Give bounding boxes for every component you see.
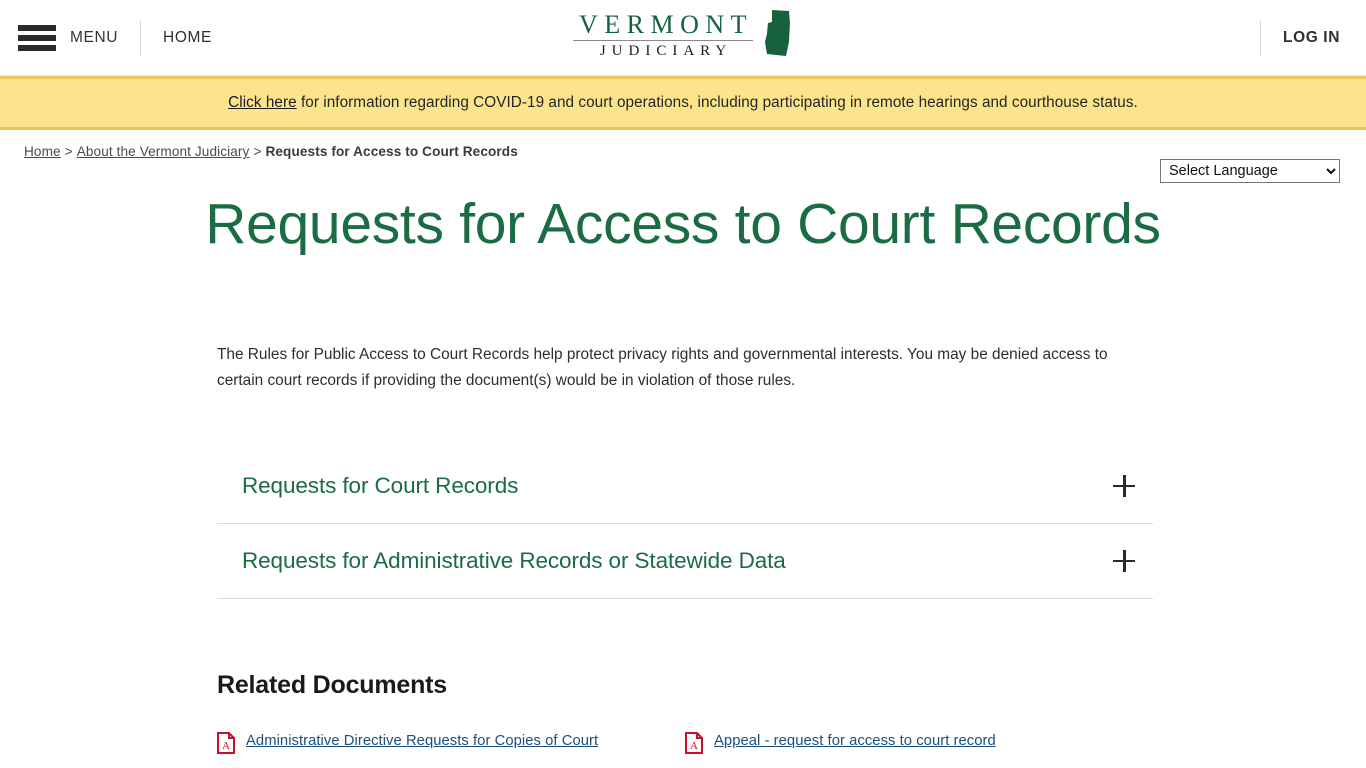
- related-document-link[interactable]: Administrative Directive Requests for Co…: [246, 731, 598, 751]
- pdf-icon: A: [685, 731, 703, 759]
- hamburger-bar: [18, 45, 56, 51]
- covid-alert-banner: Click here for information regarding COV…: [0, 76, 1366, 130]
- svg-text:A: A: [222, 740, 230, 752]
- breadcrumb-separator: >: [64, 144, 73, 159]
- page-title: Requests for Access to Court Records: [205, 192, 1161, 256]
- intro-paragraph: The Rules for Public Access to Court Rec…: [217, 345, 1108, 389]
- logo-line-judiciary: JUDICIARY: [599, 43, 733, 60]
- logo-line-vermont: VERMONT: [578, 9, 754, 39]
- pdf-icon: A: [217, 731, 235, 759]
- hamburger-bar: [18, 25, 56, 31]
- alert-message-text: for information regarding COVID-19 and c…: [296, 94, 1138, 111]
- vermont-state-icon: [763, 9, 793, 64]
- accordion-title: Requests for Administrative Records or S…: [242, 547, 786, 573]
- alert-click-here-link[interactable]: Click here: [228, 94, 297, 111]
- related-document-link[interactable]: Appeal - request for access to court rec…: [714, 731, 996, 751]
- related-document-item[interactable]: A Administrative Directive Requests for …: [217, 731, 685, 759]
- accordion-item-administrative-records[interactable]: Requests for Administrative Records or S…: [217, 524, 1153, 599]
- header-right-nav: LOG IN: [1238, 0, 1366, 76]
- menu-button[interactable]: MENU: [70, 29, 118, 47]
- hamburger-bar: [18, 35, 56, 41]
- header-left-nav: MENU HOME: [18, 0, 212, 76]
- site-header: MENU HOME VERMONT JUDICIARY LOG IN: [0, 0, 1366, 76]
- breadcrumb: Home > About the Vermont Judiciary > Request…: [24, 144, 518, 159]
- plus-icon[interactable]: [1113, 549, 1135, 572]
- accordion-title: Requests for Court Records: [242, 472, 519, 498]
- header-divider: [1260, 20, 1261, 56]
- svg-text:A: A: [690, 740, 698, 752]
- breadcrumb-item-current: Requests for Access to Court Records: [265, 144, 518, 159]
- breadcrumb-item-about[interactable]: About the Vermont Judiciary: [77, 144, 250, 159]
- accordion-list: Requests for Court Records Requests for …: [217, 449, 1153, 599]
- related-documents-list: A Administrative Directive Requests for …: [217, 731, 1153, 759]
- accordion-item-court-records[interactable]: Requests for Court Records: [217, 449, 1153, 524]
- related-document-item[interactable]: A Appeal - request for access to court r…: [685, 731, 1153, 759]
- alert-message: Click here for information regarding COV…: [228, 94, 1138, 112]
- language-select[interactable]: Select Language: [1160, 159, 1340, 183]
- site-logo[interactable]: VERMONT JUDICIARY: [572, 7, 793, 64]
- main-content: The Rules for Public Access to Court Rec…: [213, 342, 1153, 759]
- header-divider: [140, 20, 142, 56]
- logo-rule: [572, 40, 754, 42]
- hamburger-menu-icon[interactable]: [18, 23, 56, 53]
- breadcrumb-separator: >: [253, 144, 262, 159]
- related-documents-column: A Administrative Directive Requests for …: [217, 731, 685, 759]
- related-documents-heading: Related Documents: [217, 670, 447, 699]
- logo-wordmark: VERMONT JUDICIARY: [572, 9, 754, 60]
- breadcrumb-item-home[interactable]: Home: [24, 144, 61, 159]
- plus-icon[interactable]: [1113, 474, 1135, 497]
- related-documents-column: A Appeal - request for access to court r…: [685, 731, 1153, 759]
- home-link[interactable]: HOME: [163, 29, 212, 47]
- login-button[interactable]: LOG IN: [1283, 29, 1340, 47]
